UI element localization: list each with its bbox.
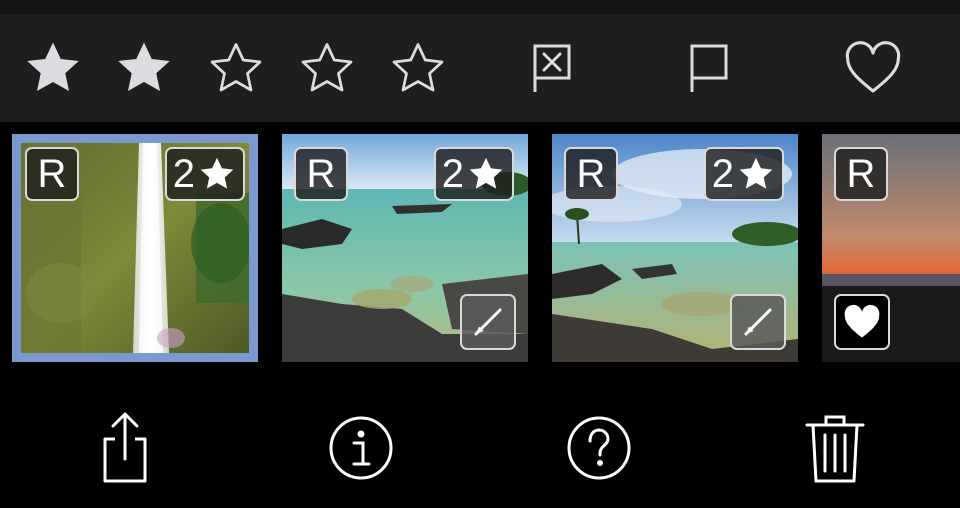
heart-icon <box>845 41 901 93</box>
flag-button[interactable] <box>675 14 737 122</box>
heart-filled-icon <box>844 304 880 338</box>
rating-badge-value: 2 <box>172 151 195 196</box>
favorite-button[interactable] <box>842 14 904 122</box>
star-filled-icon <box>27 42 79 91</box>
rating-badge-value: 2 <box>441 151 464 196</box>
star-5-button[interactable] <box>387 14 449 122</box>
raw-badge: R <box>294 147 348 201</box>
help-button[interactable] <box>559 410 639 486</box>
rating-badge: 2 <box>703 147 784 201</box>
star-outline-icon <box>301 43 353 92</box>
star-filled-icon <box>118 42 170 91</box>
info-button[interactable] <box>321 410 401 486</box>
star-filled-icon <box>200 157 234 189</box>
raw-badge-label: R <box>37 151 67 196</box>
thumbnail-waterfall[interactable]: R 2 <box>12 134 258 362</box>
rating-badge-value: 2 <box>711 151 734 196</box>
share-icon <box>103 412 147 483</box>
star-outline-icon <box>392 43 444 92</box>
raw-badge: R <box>564 147 618 201</box>
edited-badge <box>730 294 786 350</box>
star-3-button[interactable] <box>205 14 267 122</box>
rating-badge: 2 <box>164 147 245 201</box>
bottom-toolbar <box>0 374 960 508</box>
filmstrip: R 2 R 2 R 2 R <box>0 122 960 374</box>
thumbnail-tide-pool-palms[interactable]: R 2 <box>552 134 798 362</box>
pencil-icon <box>744 308 772 336</box>
trash-icon <box>805 415 865 483</box>
rating-toolbar <box>0 14 960 122</box>
trash-button[interactable] <box>795 410 875 486</box>
star-outline-icon <box>210 43 262 92</box>
raw-badge-label: R <box>846 151 876 196</box>
info-icon <box>329 416 393 480</box>
share-button[interactable] <box>85 410 165 486</box>
star-4-button[interactable] <box>296 14 358 122</box>
reject-button[interactable] <box>520 14 582 122</box>
top-edge <box>0 0 960 14</box>
flag-reject-icon <box>533 44 571 92</box>
edited-badge <box>460 294 516 350</box>
favorite-badge <box>834 294 890 350</box>
raw-badge: R <box>25 147 79 201</box>
raw-badge: R <box>834 147 888 201</box>
star-filled-icon <box>469 157 503 189</box>
raw-badge-label: R <box>306 151 336 196</box>
raw-badge-label: R <box>576 151 606 196</box>
rating-badge: 2 <box>433 147 514 201</box>
star-filled-icon <box>739 157 773 189</box>
help-icon <box>567 416 631 480</box>
star-2-button[interactable] <box>113 14 175 122</box>
thumbnail-lava-rock-shore[interactable]: R 2 <box>282 134 528 362</box>
flag-icon <box>690 44 728 92</box>
star-1-button[interactable] <box>22 14 84 122</box>
pencil-icon <box>474 308 502 336</box>
thumbnail-sunset-beach[interactable]: R <box>822 134 960 362</box>
